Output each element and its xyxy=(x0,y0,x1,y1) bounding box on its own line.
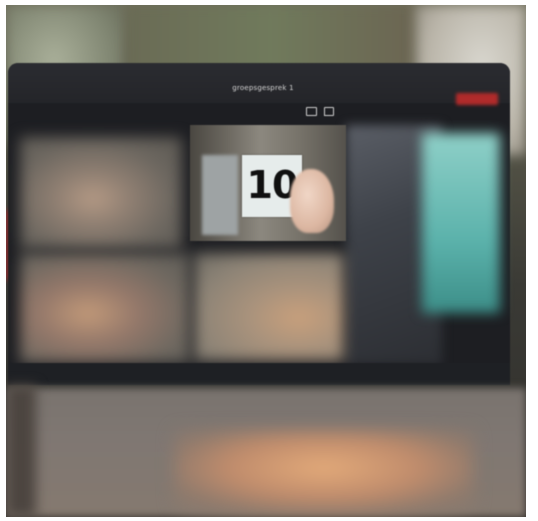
meeting-title: groepsgesprek 1 xyxy=(232,84,294,92)
video-tile-participant-2: 10 xyxy=(190,125,346,241)
video-tile-participant-6 xyxy=(194,253,344,361)
video-tile-participant-4 xyxy=(422,133,500,313)
video-tile-participant-1 xyxy=(20,137,182,249)
leave-button[interactable] xyxy=(456,93,498,105)
doorway xyxy=(202,155,238,235)
share-screen-icon[interactable] xyxy=(306,107,317,116)
hand xyxy=(290,169,334,233)
meeting-bottom-bar xyxy=(8,363,510,385)
table-edge xyxy=(6,385,36,517)
chat-icon[interactable] xyxy=(324,107,334,116)
meeting-titlebar: groepsgesprek 1 xyxy=(8,63,510,105)
keyboard xyxy=(174,430,474,514)
video-tile-participant-5 xyxy=(20,253,190,363)
laptop-screen: groepsgesprek 1 10 xyxy=(8,63,510,385)
photo: groepsgesprek 1 10 xyxy=(6,5,526,517)
